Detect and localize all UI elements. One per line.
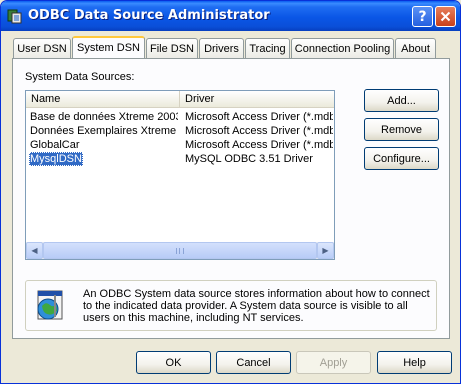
configure-button[interactable]: Configure...	[364, 147, 439, 170]
arrow-left-icon: ◀	[31, 246, 38, 255]
tab-file-dsn[interactable]: File DSN	[146, 38, 198, 58]
scroll-right-button[interactable]: ▶	[317, 242, 334, 259]
tab-tracing[interactable]: Tracing	[245, 38, 290, 58]
list-item[interactable]: Base de données Xtreme 2003 Microsoft Ac…	[26, 110, 334, 124]
info-description: An ODBC System data source stores inform…	[83, 288, 430, 324]
apply-button[interactable]: Apply	[296, 351, 371, 374]
dsn-name: Données Exemplaires Xtreme	[30, 125, 177, 137]
tab-drivers[interactable]: Drivers	[199, 38, 244, 58]
close-icon	[440, 11, 451, 22]
column-header-name[interactable]: Name	[26, 91, 180, 108]
list-item-selected[interactable]: MysqlDSN MySQL ODBC 3.51 Driver	[26, 152, 334, 166]
dsn-driver: Microsoft Access Driver (*.mdb)	[185, 125, 333, 137]
dsn-name: GlobalCar	[30, 139, 80, 151]
add-button[interactable]: Add...	[364, 89, 439, 112]
tab-about[interactable]: About	[395, 38, 436, 58]
dsn-name: Base de données Xtreme 2003	[30, 111, 178, 123]
system-data-sources-label: System Data Sources:	[25, 71, 135, 83]
dsn-driver: Microsoft Access Driver (*.mdb)	[185, 139, 333, 151]
arrow-right-icon: ▶	[322, 246, 329, 255]
ok-button[interactable]: OK	[136, 351, 211, 374]
horizontal-scrollbar[interactable]: ◀ ▶	[26, 242, 334, 259]
dsn-driver: Microsoft Access Driver (*.mdb)	[185, 111, 333, 123]
dsn-name: MysqlDSN	[29, 152, 83, 166]
question-icon: ?	[418, 8, 427, 25]
odbc-window: ODBC Data Source Administrator ? User DS…	[0, 0, 461, 384]
info-box: An ODBC System data source stores inform…	[25, 280, 437, 331]
scroll-left-button[interactable]: ◀	[26, 242, 43, 259]
help-title-button[interactable]: ?	[412, 6, 433, 27]
title-bar[interactable]: ODBC Data Source Administrator ?	[1, 1, 460, 31]
remove-button[interactable]: Remove	[364, 118, 439, 141]
grip-icon	[176, 247, 184, 254]
dsn-driver: MySQL ODBC 3.51 Driver	[185, 153, 313, 165]
data-sources-list[interactable]: Name Driver Base de données Xtreme 2003 …	[25, 90, 335, 260]
list-header: Name Driver	[26, 91, 334, 108]
list-item[interactable]: Données Exemplaires Xtreme Microsoft Acc…	[26, 124, 334, 138]
tab-connection-pooling[interactable]: Connection Pooling	[291, 38, 394, 58]
cancel-button[interactable]: Cancel	[216, 351, 291, 374]
tab-user-dsn[interactable]: User DSN	[13, 38, 71, 58]
tab-system-dsn[interactable]: System DSN	[72, 36, 145, 58]
help-button[interactable]: Help	[377, 351, 452, 374]
close-button[interactable]	[435, 6, 456, 27]
list-item[interactable]: GlobalCar Microsoft Access Driver (*.mdb…	[26, 138, 334, 152]
column-header-driver[interactable]: Driver	[180, 91, 334, 108]
system-dsn-panel: System Data Sources: Name Driver Base de…	[12, 58, 450, 339]
odbc-datasource-icon	[37, 290, 63, 320]
window-title: ODBC Data Source Administrator	[28, 8, 270, 23]
scrollbar-thumb[interactable]	[43, 242, 317, 259]
odbc-app-icon	[7, 9, 22, 24]
